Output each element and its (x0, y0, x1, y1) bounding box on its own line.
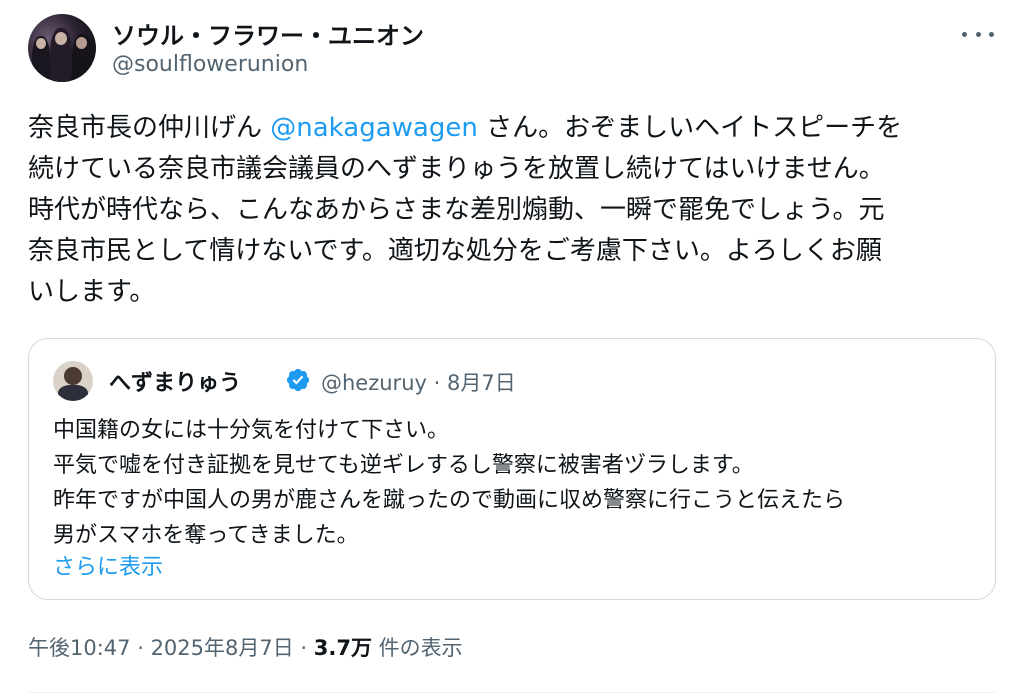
quoted-handle[interactable]: @hezuruy (321, 371, 427, 395)
quoted-tweet[interactable]: へずまりゅう @hezuruy · 8月7日 中国籍の女には十分気を付けて下さい… (28, 338, 996, 600)
quoted-author-avatar[interactable] (53, 361, 93, 401)
tweet-text-line: 続けている奈良市議会議員のへずまりゅうを放置し続けてはいけません。 (28, 154, 885, 184)
footer-separator: · (130, 636, 151, 660)
author-handle[interactable]: @soulflowerunion (112, 52, 308, 77)
more-dot (962, 31, 967, 37)
author-avatar[interactable] (28, 14, 96, 82)
tweet-text-line: 時代が時代なら、こんなあからさまな差別煽動、一瞬で罷免でしょう。元 (28, 195, 885, 225)
more-dot (975, 31, 981, 37)
show-more-link[interactable]: さらに表示 (53, 549, 163, 581)
divider (28, 692, 996, 693)
quoted-meta: @hezuruy · 8月7日 (321, 367, 516, 397)
tweet-text-segment: さん。おぞましいヘイトスピーチを (477, 113, 903, 143)
mention-link[interactable]: @nakagawagen (270, 113, 478, 143)
quoted-text-line: 平気で嘘を付き証拠を見せても逆ギレするし警察に被害者ヅラします。 (53, 453, 754, 478)
tweet-text-line: 奈良市長の仲川げん @nakagawagen さん。おぞましいヘイトスピーチを (28, 108, 998, 149)
more-icon[interactable] (962, 24, 994, 44)
tweet-card: ソウル・フラワー・ユニオン @soulflowerunion 奈良市長の仲川げん… (0, 0, 1024, 695)
author-display-name[interactable]: ソウル・フラワー・ユニオン (112, 16, 424, 51)
tweet-text-line: 奈良市民として情けないです。適切な処分をご考慮下さい。よろしくお願 (28, 236, 882, 266)
quoted-text-line: 昨年ですが中国人の男が鹿さんを蹴ったので動画に収め警察に行こうと伝えたら (53, 488, 846, 513)
post-time[interactable]: 午後10:47 (28, 636, 131, 660)
more-dot (989, 31, 994, 37)
meta-separator: · (426, 371, 447, 395)
verified-badge-icon (286, 368, 310, 392)
tweet-footer: 午後10:47 · 2025年8月7日 · 3.7万 件の表示 (28, 632, 463, 662)
quoted-text-line: 中国籍の女には十分気を付けて下さい。 (53, 418, 450, 443)
quoted-text-line: 男がスマホを奪ってきました。 (53, 523, 359, 548)
tweet-text-line: いします。 (28, 277, 156, 307)
quoted-date[interactable]: 8月7日 (447, 371, 516, 395)
footer-separator: · (293, 636, 314, 660)
views-label: 件の表示 (371, 636, 463, 660)
quoted-author-name[interactable]: へずまりゅう (109, 365, 241, 397)
quoted-text: 中国籍の女には十分気を付けて下さい。 平気で嘘を付き証拠を見せても逆ギレするし警… (53, 413, 983, 553)
post-date[interactable]: 2025年8月7日 (151, 636, 294, 660)
tweet-text-segment: 奈良市長の仲川げん (28, 113, 271, 143)
views-count[interactable]: 3.7万 (314, 636, 372, 660)
tweet-text: 奈良市長の仲川げん @nakagawagen さん。おぞましいヘイトスピーチを … (28, 108, 998, 313)
